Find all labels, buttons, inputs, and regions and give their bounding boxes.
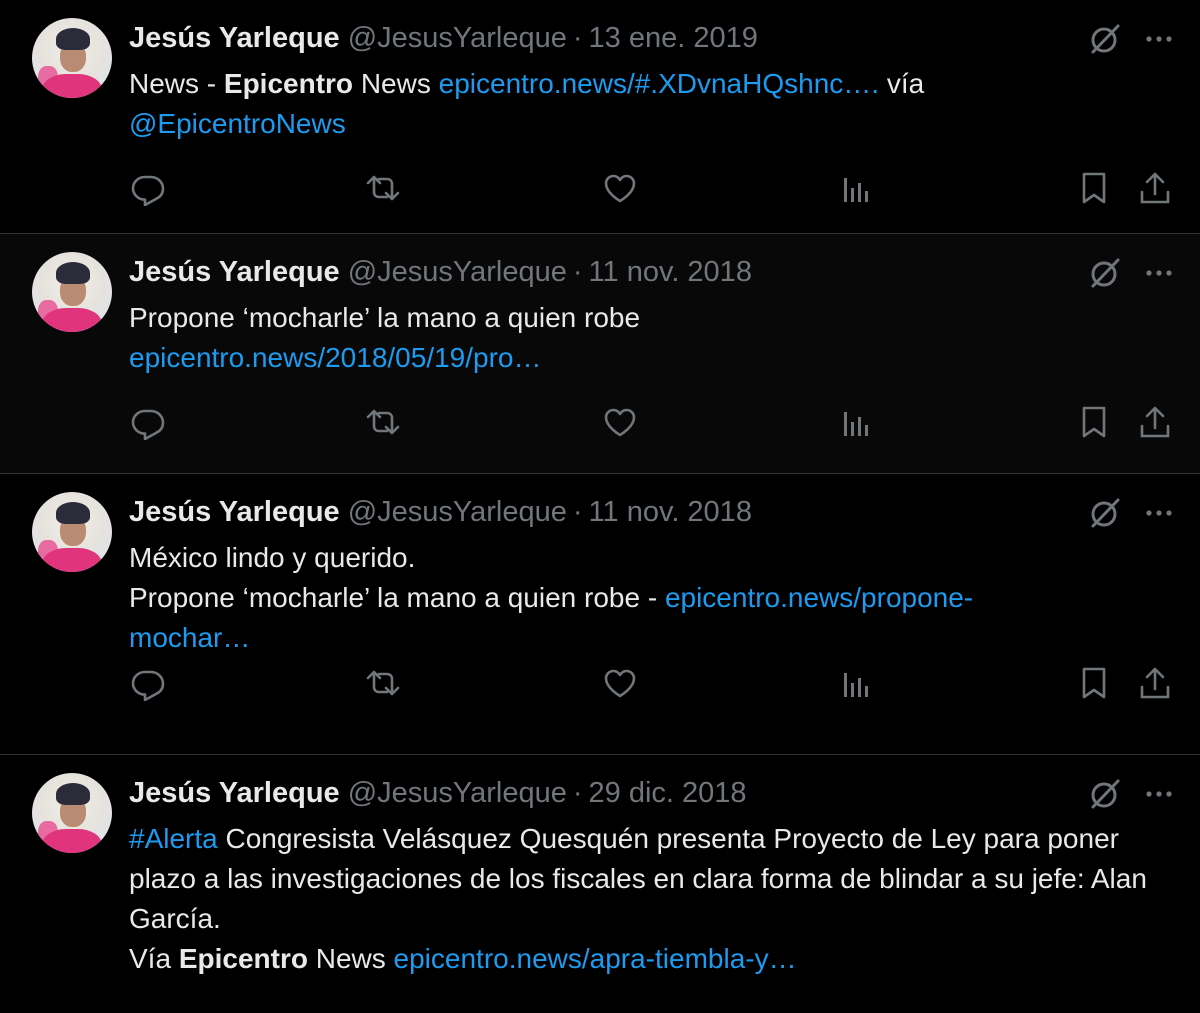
author-handle[interactable]: @JesusYarleque bbox=[348, 22, 567, 54]
tweet-header: Jesús Yarleque @JesusYarleque · 29 dic. 20… bbox=[129, 777, 747, 809]
author-handle[interactable]: @JesusYarleque bbox=[348, 256, 567, 288]
tweet-header: Jesús Yarleque @JesusYarleque · 11 nov. 20… bbox=[129, 256, 752, 288]
bookmark-icon[interactable] bbox=[1076, 665, 1112, 701]
tweet-link[interactable]: epicentro.news/propone- bbox=[665, 582, 973, 613]
author-name[interactable]: Jesús Yarleque bbox=[129, 256, 340, 288]
tweet[interactable]: Jesús Yarleque @JesusYarleque · 13 ene. 20… bbox=[0, 0, 1200, 234]
author-handle[interactable]: @JesusYarleque bbox=[348, 496, 567, 528]
reply-icon[interactable] bbox=[130, 404, 166, 440]
bookmark-icon[interactable] bbox=[1076, 404, 1112, 440]
author-name[interactable]: Jesús Yarleque bbox=[129, 496, 340, 528]
tweet-date[interactable]: 13 ene. 2019 bbox=[589, 22, 758, 54]
views-icon[interactable] bbox=[838, 170, 874, 206]
share-icon[interactable] bbox=[1137, 170, 1173, 206]
tweet-date[interactable]: 29 dic. 2018 bbox=[589, 777, 747, 809]
tweet-date[interactable]: 11 nov. 2018 bbox=[589, 256, 752, 288]
author-handle[interactable]: @JesusYarleque bbox=[348, 777, 567, 809]
grok-icon[interactable] bbox=[1088, 777, 1122, 811]
more-icon[interactable] bbox=[1144, 258, 1174, 288]
avatar[interactable] bbox=[32, 492, 112, 572]
more-icon[interactable] bbox=[1144, 24, 1174, 54]
share-icon[interactable] bbox=[1137, 665, 1173, 701]
retweet-icon[interactable] bbox=[365, 170, 401, 206]
like-icon[interactable] bbox=[602, 170, 638, 206]
bookmark-icon[interactable] bbox=[1076, 170, 1112, 206]
share-icon[interactable] bbox=[1137, 404, 1173, 440]
tweet-feed: Jesús Yarleque @JesusYarleque · 13 ene. 20… bbox=[0, 0, 1200, 1013]
grok-icon[interactable] bbox=[1088, 22, 1122, 56]
grok-icon[interactable] bbox=[1088, 256, 1122, 290]
tweet-date[interactable]: 11 nov. 2018 bbox=[589, 496, 752, 528]
more-icon[interactable] bbox=[1144, 498, 1174, 528]
tweet-link[interactable]: epicentro.news/2018/05/19/pro… bbox=[129, 342, 542, 373]
tweet-text: México lindo y querido. Propone ‘mocharl… bbox=[129, 542, 974, 653]
like-icon[interactable] bbox=[602, 665, 638, 701]
mention-link[interactable]: @EpicentroNews bbox=[129, 108, 346, 139]
reply-icon[interactable] bbox=[130, 665, 166, 701]
hashtag-link[interactable]: #Alerta bbox=[129, 823, 218, 854]
like-icon[interactable] bbox=[602, 404, 638, 440]
retweet-icon[interactable] bbox=[365, 404, 401, 440]
tweet-text: #Alerta Congresista Velásquez Quesquén p… bbox=[129, 823, 1147, 974]
views-icon[interactable] bbox=[838, 665, 874, 701]
author-name[interactable]: Jesús Yarleque bbox=[129, 777, 340, 809]
retweet-icon[interactable] bbox=[365, 665, 401, 701]
more-icon[interactable] bbox=[1144, 779, 1174, 809]
tweet-header: Jesús Yarleque @JesusYarleque · 11 nov. 20… bbox=[129, 496, 752, 528]
tweet-link[interactable]: epicentro.news/apra-tiembla-y… bbox=[394, 943, 797, 974]
action-bar bbox=[130, 170, 1174, 206]
avatar[interactable] bbox=[32, 252, 112, 332]
tweet-link-cont[interactable]: mochar… bbox=[129, 622, 250, 653]
tweet[interactable]: Jesús Yarleque @JesusYarleque · 11 nov. 20… bbox=[0, 474, 1200, 755]
tweet[interactable]: Jesús Yarleque @JesusYarleque · 29 dic. 20… bbox=[0, 755, 1200, 1013]
avatar[interactable] bbox=[32, 18, 112, 98]
tweet[interactable]: Jesús Yarleque @JesusYarleque · 11 nov. 20… bbox=[0, 234, 1200, 474]
tweet-link[interactable]: epicentro.news/#.XDvnaHQshnc…. bbox=[439, 68, 879, 99]
views-icon[interactable] bbox=[838, 404, 874, 440]
action-bar bbox=[130, 665, 1174, 701]
tweet-text: News - Epicentro News epicentro.news/#.X… bbox=[129, 68, 925, 139]
tweet-text: Propone ‘mocharle’ la mano a quien robe … bbox=[129, 302, 641, 373]
reply-icon[interactable] bbox=[130, 170, 166, 206]
author-name[interactable]: Jesús Yarleque bbox=[129, 22, 340, 54]
action-bar bbox=[130, 404, 1174, 440]
tweet-header: Jesús Yarleque @JesusYarleque · 13 ene. 20… bbox=[129, 22, 758, 54]
avatar[interactable] bbox=[32, 773, 112, 853]
grok-icon[interactable] bbox=[1088, 496, 1122, 530]
